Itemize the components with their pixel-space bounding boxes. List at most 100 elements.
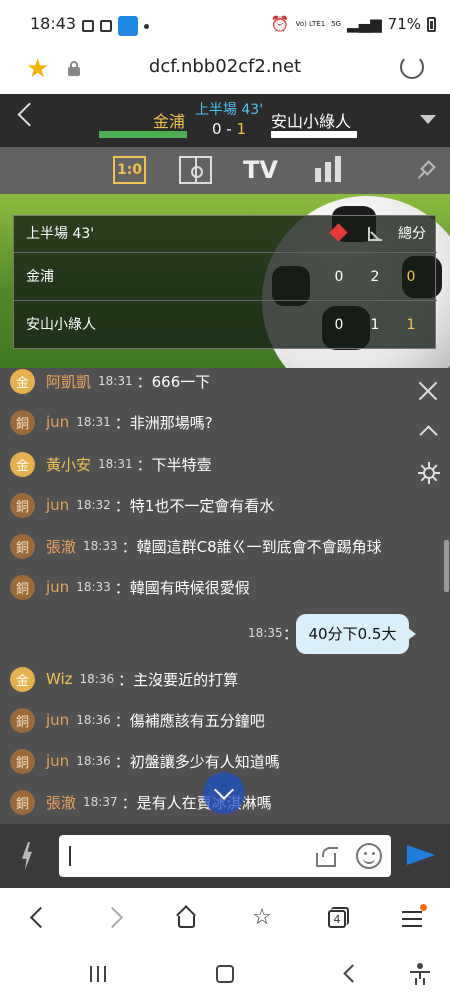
record-icon bbox=[100, 20, 112, 32]
chat-time: 18:33 bbox=[83, 539, 118, 553]
level-badge: 金 bbox=[10, 666, 35, 692]
lte-label: Vo) LTE1 bbox=[295, 20, 326, 28]
android-back-icon[interactable] bbox=[338, 962, 362, 986]
team-name: 金浦 bbox=[26, 269, 54, 285]
level-badge: 銅 bbox=[10, 492, 35, 518]
scroll-down-button[interactable] bbox=[203, 772, 245, 814]
match-period: 上半場 43' bbox=[194, 102, 264, 118]
chat-username[interactable]: jun bbox=[46, 578, 69, 596]
corner-flag-icon bbox=[368, 227, 382, 241]
share-icon[interactable] bbox=[316, 845, 340, 867]
chat-time: 18:36 bbox=[79, 672, 115, 686]
bookmarks-icon[interactable]: ☆ bbox=[250, 906, 274, 930]
chat-scrollbar[interactable] bbox=[444, 540, 449, 592]
chat-input[interactable] bbox=[59, 835, 391, 877]
chat-text: ：傷補應該有五分鐘吧 bbox=[114, 711, 265, 730]
chat-message: 金 黃小安 18:31 ：下半特壹 bbox=[10, 449, 212, 479]
chat-time: 18:31 bbox=[76, 415, 111, 429]
level-badge: 銅 bbox=[10, 533, 35, 559]
url-text[interactable]: dcf.nbb02cf2.net bbox=[0, 56, 450, 77]
total-value: 1 bbox=[406, 317, 416, 333]
level-badge: 金 bbox=[10, 451, 35, 477]
own-message-bubble: 40分下0.5大 bbox=[296, 614, 416, 654]
pin-icon[interactable] bbox=[417, 160, 436, 180]
lightning-icon[interactable] bbox=[18, 842, 42, 870]
more-notifications-icon bbox=[144, 23, 149, 29]
total-header: 總分 bbox=[398, 226, 426, 242]
chat-username[interactable]: 張澈 bbox=[46, 536, 76, 557]
own-message-time: 18:35 bbox=[248, 626, 283, 640]
chat-text: ：主沒要近的打算 bbox=[118, 670, 239, 689]
home-team-name: 金浦 bbox=[152, 112, 185, 131]
scoreboard-row: 金浦 0 2 0 bbox=[14, 253, 437, 301]
browser-tabs-button[interactable]: 4 bbox=[325, 906, 349, 930]
dropdown-icon[interactable] bbox=[420, 115, 436, 124]
send-icon[interactable] bbox=[407, 845, 435, 865]
tab-field[interactable] bbox=[179, 156, 212, 184]
text-caret bbox=[69, 846, 71, 866]
chat-panel[interactable]: 金 阿凱凱 18:31 ：666一下 銅 jun 18:31 ：非洲那場嗎? 金… bbox=[0, 368, 450, 824]
chat-username[interactable]: jun bbox=[46, 711, 69, 729]
tab-stats[interactable] bbox=[313, 156, 343, 184]
scoreboard-header: 上半場 43' 總分 bbox=[14, 216, 437, 253]
match-tabs: 1:0 TV bbox=[0, 147, 450, 194]
close-icon[interactable] bbox=[418, 381, 438, 401]
corners-value: 1 bbox=[370, 317, 380, 333]
chat-username[interactable]: 黃小安 bbox=[46, 454, 91, 475]
red-cards-value: 0 bbox=[334, 269, 344, 285]
browser-back-icon[interactable] bbox=[25, 906, 49, 930]
chat-time: 18:32 bbox=[76, 498, 111, 512]
level-badge: 金 bbox=[10, 368, 35, 394]
chat-username[interactable]: 張澈 bbox=[46, 792, 76, 813]
chat-message: 金 Wiz 18:36 ：主沒要近的打算 bbox=[10, 664, 238, 694]
chat-username[interactable]: jun bbox=[46, 752, 69, 770]
tab-score[interactable]: 1:0 bbox=[113, 156, 146, 184]
app-notification-icon bbox=[118, 16, 138, 36]
chat-username[interactable]: 阿凱凱 bbox=[46, 371, 91, 392]
chat-time: 18:36 bbox=[76, 754, 111, 768]
browser-forward-icon[interactable] bbox=[105, 906, 129, 930]
level-badge: 銅 bbox=[10, 409, 35, 435]
android-home-icon[interactable] bbox=[213, 962, 237, 986]
alarm-icon: ⏰ bbox=[270, 15, 290, 33]
scoreboard-period: 上半場 43' bbox=[26, 226, 95, 242]
scoreboard: 上半場 43' 總分 金浦 0 2 0 安山小綠人 0 1 1 bbox=[13, 215, 437, 349]
status-time: 18:43 bbox=[30, 14, 77, 33]
chat-message: 銅 張澈 18:33 ：韓國這群C8誰ㄍ一到底會不會踢角球 bbox=[10, 531, 382, 561]
chat-username[interactable]: jun bbox=[46, 413, 69, 431]
net-label: 5G bbox=[331, 20, 342, 28]
reload-icon[interactable] bbox=[400, 55, 424, 79]
stats-bar-icon bbox=[325, 162, 331, 182]
match-header: 金浦 上半場 43' 0 - 1 安山小綠人 bbox=[0, 94, 450, 147]
chat-text: ：666一下 bbox=[136, 372, 211, 391]
collapse-up-icon[interactable] bbox=[419, 425, 438, 444]
accessibility-icon[interactable] bbox=[408, 962, 432, 986]
away-team-bar bbox=[271, 131, 357, 138]
home-score: 0 bbox=[211, 120, 222, 138]
notification-icons bbox=[82, 16, 149, 36]
emoji-icon[interactable] bbox=[356, 843, 382, 869]
chat-username[interactable]: jun bbox=[46, 496, 69, 514]
browser-menu-icon[interactable] bbox=[400, 904, 427, 930]
chat-text: ：特1也不一定會有看水 bbox=[114, 496, 275, 515]
away-team-name: 安山小綠人 bbox=[271, 112, 352, 131]
chat-time: 18:33 bbox=[76, 580, 111, 594]
chat-text: ：韓國有時候很愛假 bbox=[114, 578, 250, 597]
recent-apps-icon[interactable] bbox=[86, 962, 110, 986]
chat-message: 銅 jun 18:36 ：傷補應該有五分鐘吧 bbox=[10, 705, 265, 735]
system-indicators: ⏰ Vo) LTE1 5G ▂▄▆ 71% bbox=[271, 15, 436, 33]
browser-home-icon[interactable] bbox=[175, 905, 199, 930]
gallery-icon bbox=[82, 20, 94, 32]
total-value: 0 bbox=[406, 269, 416, 285]
back-icon[interactable] bbox=[17, 102, 42, 127]
chat-text: ：初盤讓多少有人知道嗎 bbox=[114, 752, 280, 771]
away-score: 1 bbox=[236, 120, 247, 138]
match-score: 0 - 1 bbox=[190, 120, 268, 138]
score-separator: - bbox=[221, 120, 237, 138]
chat-username[interactable]: Wiz bbox=[46, 670, 73, 688]
browser-toolbar: ☆ 4 bbox=[0, 888, 450, 948]
brightness-icon[interactable] bbox=[418, 462, 440, 484]
corners-value: 2 bbox=[370, 269, 380, 285]
chat-time: 18:31 bbox=[98, 457, 133, 471]
tab-tv[interactable]: TV bbox=[243, 156, 283, 184]
